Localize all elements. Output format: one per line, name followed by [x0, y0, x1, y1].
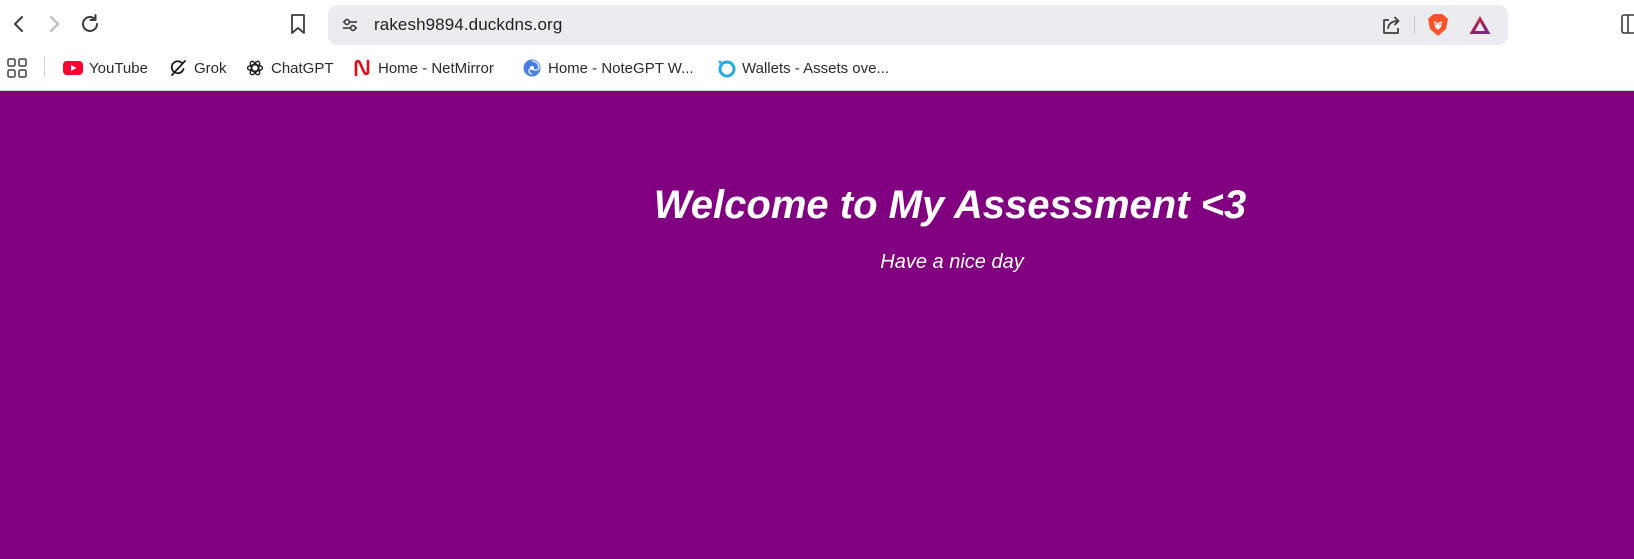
share-button[interactable]	[1378, 12, 1404, 38]
wallet-icon	[716, 58, 736, 78]
address-bar-divider	[1414, 16, 1415, 34]
apps-button[interactable]	[5, 56, 29, 80]
browser-window: rakesh9894.duckdns.org YouTube Grok Chat…	[0, 0, 1634, 559]
brave-rewards-icon	[1469, 16, 1491, 34]
forward-button[interactable]	[38, 8, 70, 40]
bookmarks-bar: YouTube Grok ChatGPT Home - NetMirror Ho…	[0, 48, 1634, 91]
bookmark-label: Wallets - Assets ove...	[742, 59, 889, 77]
site-settings-button[interactable]	[338, 13, 362, 37]
tune-icon	[343, 18, 357, 32]
bookmark-label: YouTube	[89, 59, 148, 77]
bookmark-button[interactable]	[282, 8, 314, 40]
bookmark-label: ChatGPT	[271, 59, 334, 77]
page-content: Welcome to My Assessment <3 Have a nice …	[0, 91, 1634, 559]
youtube-icon	[63, 58, 83, 78]
bookmark-icon	[291, 14, 305, 34]
bookmark-label: Home - NoteGPT W...	[548, 59, 694, 77]
bookmark-wallets[interactable]: Wallets - Assets ove...	[716, 54, 889, 82]
reload-button[interactable]	[74, 8, 106, 40]
page-headline: Welcome to My Assessment <3	[653, 183, 1247, 227]
brave-rewards-button[interactable]	[1466, 11, 1494, 39]
sidebar-icon	[1621, 14, 1634, 34]
url-text[interactable]: rakesh9894.duckdns.org	[374, 5, 562, 45]
sidebar-toggle-button[interactable]	[1620, 12, 1634, 36]
back-arrow-icon	[14, 16, 23, 32]
bookmark-notegpt[interactable]: Home - NoteGPT W...	[522, 54, 694, 82]
forward-arrow-icon	[50, 16, 59, 32]
address-bar[interactable]: rakesh9894.duckdns.org	[328, 5, 1508, 45]
bookmark-netmirror[interactable]: Home - NetMirror	[352, 54, 494, 82]
brave-shield-icon	[1428, 14, 1448, 36]
browser-toolbar: rakesh9894.duckdns.org	[0, 0, 1634, 48]
netmirror-icon	[352, 58, 372, 78]
back-button[interactable]	[3, 8, 35, 40]
apps-grid-icon	[7, 58, 27, 78]
bookmark-chatgpt[interactable]: ChatGPT	[245, 54, 334, 82]
bookmark-youtube[interactable]: YouTube	[63, 54, 148, 82]
notegpt-icon	[522, 58, 542, 78]
bookmarks-separator	[44, 57, 45, 77]
bookmark-label: Home - NetMirror	[378, 59, 494, 77]
bookmark-grok[interactable]: Grok	[168, 54, 227, 82]
chatgpt-icon	[245, 58, 265, 78]
bookmark-label: Grok	[194, 59, 227, 77]
share-icon	[1383, 16, 1400, 34]
grok-icon	[168, 58, 188, 78]
page-subtitle: Have a nice day	[880, 251, 1024, 273]
reload-icon	[82, 14, 98, 32]
page-body: Welcome to My Assessment <3 Have a nice …	[0, 91, 1634, 559]
brave-shields-button[interactable]	[1424, 11, 1452, 39]
